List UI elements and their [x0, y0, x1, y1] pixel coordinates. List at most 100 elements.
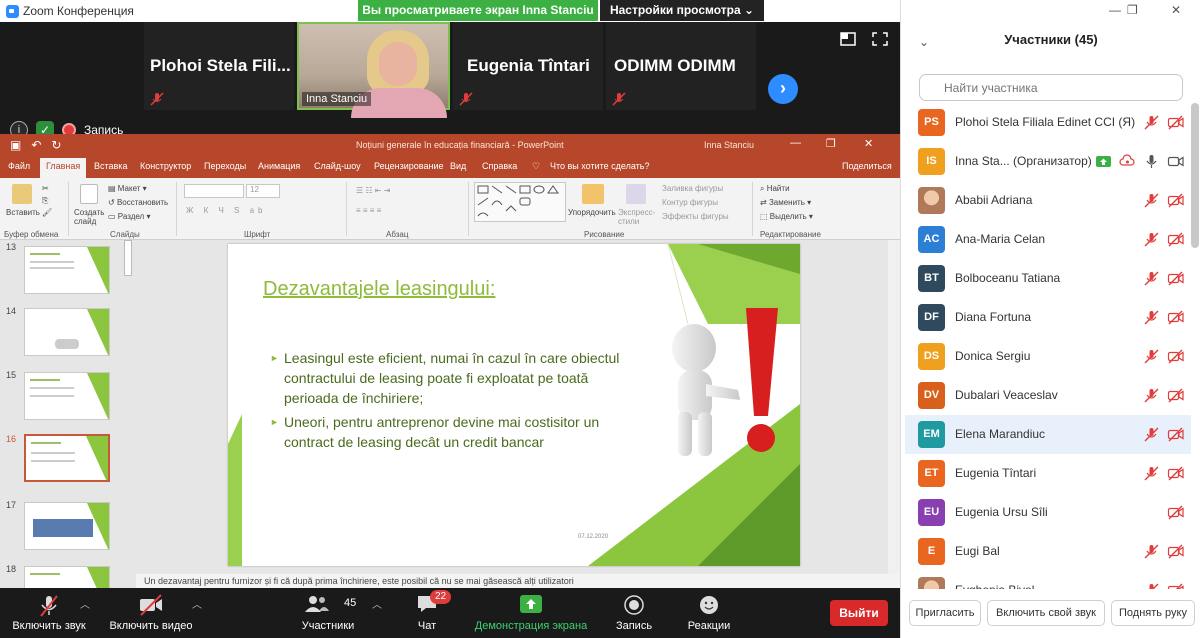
tab-transitions[interactable]: Переходы	[204, 161, 246, 171]
invite-button[interactable]: Пригласить	[909, 600, 981, 626]
paste-button[interactable]: Вставить	[6, 208, 40, 217]
reactions-button[interactable]: Реакции	[680, 588, 738, 638]
shape-fill-button[interactable]: Заливка фигуры	[662, 184, 723, 193]
section-button[interactable]: ▭ Раздел ▾	[108, 212, 150, 221]
participant-row[interactable]: DF Diana Fortuna	[905, 298, 1191, 337]
slide-thumbnail[interactable]	[24, 246, 110, 294]
participants-button[interactable]: 45 Участники	[290, 588, 366, 638]
current-slide[interactable]: Dezavantajele leasingului: Leasingul est…	[228, 244, 800, 566]
paragraph-align-buttons[interactable]: ≡ ≡ ≡ ≡	[356, 206, 381, 215]
participant-row[interactable]: DS Donica Sergiu	[905, 337, 1191, 376]
shape-outline-button[interactable]: Контур фигуры	[662, 198, 718, 207]
participant-row[interactable]: E Eugi Bal	[905, 532, 1191, 571]
video-tile[interactable]: ODIMM ODIMM	[606, 22, 756, 110]
tab-view[interactable]: Вид	[450, 161, 466, 171]
start-video-button[interactable]: Включить видео	[104, 588, 198, 638]
shape-effects-button[interactable]: Эффекты фигуры	[662, 212, 729, 221]
tab-slideshow[interactable]: Слайд-шоу	[314, 161, 361, 171]
video-tile[interactable]: Plohoi Stela Fili...	[144, 22, 294, 110]
tab-home[interactable]: Главная	[40, 158, 87, 178]
font-format-buttons[interactable]: Ж К Ч S ab	[186, 206, 267, 215]
share-button[interactable]: Поделиться	[842, 161, 892, 171]
layout-button[interactable]: ▤ Макет ▾	[108, 184, 147, 193]
slide-title: Dezavantajele leasingului:	[263, 278, 496, 300]
tab-design[interactable]: Конструктор	[140, 161, 191, 171]
tab-insert[interactable]: Вставка	[94, 161, 127, 171]
tab-file[interactable]: Файл	[8, 161, 30, 171]
quick-access-toolbar[interactable]: ▣↶↻	[10, 138, 71, 152]
format-painter-icon[interactable]: 🖌	[42, 208, 52, 217]
participant-row[interactable]: EM Elena Marandiuc	[905, 415, 1191, 454]
close-icon[interactable]: ✕	[864, 137, 873, 150]
select-button[interactable]: ⬚ Выделить ▾	[760, 212, 813, 221]
leave-meeting-button[interactable]: Выйти	[830, 600, 888, 626]
tab-review[interactable]: Рецензирование	[374, 161, 444, 171]
minimize-icon[interactable]: —	[1109, 3, 1121, 17]
quick-styles-icon[interactable]	[626, 184, 646, 204]
participant-row[interactable]: PS Plohoi Stela Filiala Edinet CCI (Я)	[905, 103, 1191, 142]
participant-row[interactable]: Ababii Adriana	[905, 181, 1191, 220]
restore-icon[interactable]: ❐	[1127, 3, 1138, 17]
record-button[interactable]: Запись	[608, 588, 660, 638]
slide-thumbnail[interactable]	[24, 308, 110, 356]
thumbnails-scrollbar[interactable]	[124, 240, 132, 276]
participant-row[interactable]: ET Eugenia Tîntari	[905, 454, 1191, 493]
shapes-gallery[interactable]	[474, 182, 566, 222]
tell-me-search[interactable]: Что вы хотите сделать?	[550, 161, 650, 171]
participant-row[interactable]: BT Bolboceanu Tatiana	[905, 259, 1191, 298]
new-slide-button[interactable]: Создать слайд	[74, 208, 110, 226]
font-family-select[interactable]	[184, 184, 244, 198]
close-icon[interactable]: ✕	[1171, 3, 1181, 17]
unmute-me-button[interactable]: Включить свой звук	[987, 600, 1105, 626]
share-screen-button[interactable]: Демонстрация экрана	[468, 588, 594, 638]
video-tile[interactable]: Eugenia Tîntari	[453, 22, 603, 110]
participant-search-input[interactable]	[919, 74, 1183, 101]
raise-hand-button[interactable]: Поднять руку	[1111, 600, 1195, 626]
font-size-select[interactable]: 12	[246, 184, 280, 198]
slide-thumbnail[interactable]	[24, 502, 110, 550]
participant-row[interactable]: EU Eugenia Ursu Sîli	[905, 493, 1191, 532]
reset-button[interactable]: ↺ Восстановить	[108, 198, 168, 207]
participant-row[interactable]: IS Inna Sta... (Организатор)	[905, 142, 1191, 181]
participants-options-caret[interactable]: ︿	[372, 596, 382, 611]
tab-animations[interactable]: Анимация	[258, 161, 300, 171]
maximize-icon[interactable]: ❐	[826, 137, 836, 150]
view-settings-button[interactable]: Настройки просмотра ⌄	[600, 0, 764, 21]
paragraph-list-buttons[interactable]: ☰ ☷ ⇤ ⇥	[356, 186, 390, 195]
chat-button[interactable]: 22 Чат	[404, 588, 452, 638]
video-tile-active-speaker[interactable]: Inna Stanciu	[297, 22, 450, 118]
smile-icon	[700, 596, 718, 614]
find-button[interactable]: ⌕ Найти	[760, 184, 790, 194]
participant-name: ODIMM ODIMM	[614, 56, 736, 75]
camera-off-icon	[1167, 543, 1184, 560]
video-options-caret[interactable]: ︿	[192, 596, 202, 611]
camera-off-icon	[1167, 231, 1184, 248]
arrange-icon[interactable]	[582, 184, 604, 204]
participant-row[interactable]: DV Dubalari Veaceslav	[905, 376, 1191, 415]
minimize-icon[interactable]: —	[790, 137, 801, 149]
avatar: EU	[918, 499, 945, 526]
quick-styles-button[interactable]: Экспресс-стили	[618, 208, 655, 226]
muted-mic-icon	[1143, 270, 1160, 287]
audio-options-caret[interactable]: ︿	[80, 596, 90, 611]
next-page-button[interactable]: ›	[768, 74, 798, 104]
paste-icon[interactable]	[12, 184, 32, 204]
fullscreen-icon[interactable]	[872, 32, 888, 46]
tab-help[interactable]: Справка	[482, 161, 517, 171]
slide-thumbnail[interactable]	[24, 566, 110, 588]
new-slide-icon[interactable]	[80, 184, 98, 204]
cut-icon[interactable]: ✂	[42, 184, 49, 193]
replace-button[interactable]: ⇄ Заменить ▾	[760, 198, 811, 207]
slide-thumbnail[interactable]	[24, 372, 110, 420]
participant-name: Eugenia Ursu Sîli	[955, 505, 1048, 519]
slide-scrollbar[interactable]	[888, 240, 900, 574]
participants-scrollbar[interactable]	[1191, 103, 1199, 248]
speaker-notes[interactable]: Un dezavantaj pentru furnizor și fi că d…	[136, 574, 900, 588]
slide-thumbnail-selected[interactable]	[24, 434, 110, 482]
copy-icon[interactable]: ⎘	[42, 196, 48, 206]
participant-row[interactable]: AC Ana-Maria Celan	[905, 220, 1191, 259]
tell-me-icon[interactable]: ♡	[532, 161, 540, 172]
participant-row[interactable]: Evghenia Bivol	[905, 571, 1191, 589]
view-layout-icon[interactable]	[840, 32, 856, 46]
arrange-button[interactable]: Упорядочить	[568, 208, 616, 217]
